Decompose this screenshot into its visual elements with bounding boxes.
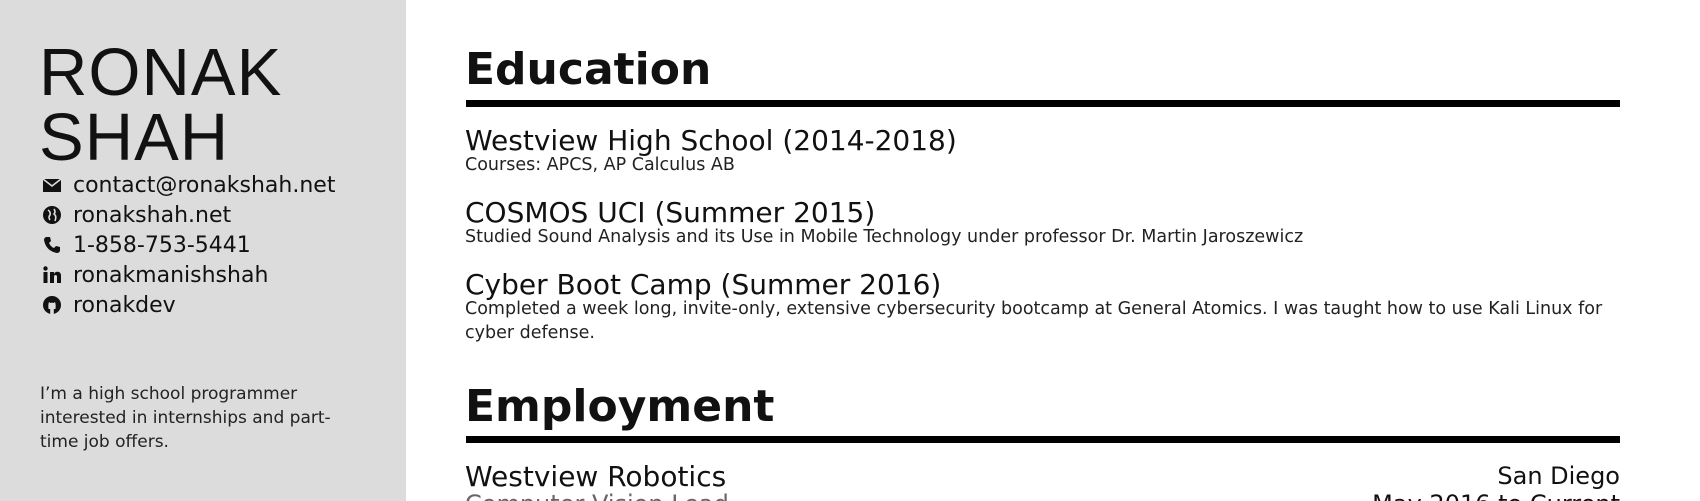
contact-phone-text: 1-858-753-5441 [73, 232, 251, 258]
job-dates: May 2016 to Current [1372, 490, 1620, 501]
section-title-employment: Employment [465, 381, 775, 432]
globe-icon [41, 204, 63, 226]
contact-website-text: ronakshah.net [73, 202, 232, 228]
education-entry-desc: Studied Sound Analysis and its Use in Mo… [465, 227, 1304, 247]
phone-icon [41, 234, 63, 256]
envelope-icon [41, 174, 63, 196]
contact-list: contact@ronakshah.net ronakshah.net 1-85… [41, 170, 335, 320]
sidebar: RONAK SHAH contact@ronakshah.net ronaksh… [0, 0, 406, 501]
section-title-education: Education [465, 44, 712, 95]
contact-email-text: contact@ronakshah.net [73, 172, 336, 198]
contact-github-text: ronakdev [73, 292, 176, 318]
person-name: RONAK SHAH [39, 35, 283, 175]
education-entry-desc: Completed a week long, invite-only, exte… [465, 299, 1603, 343]
job-company: Westview Robotics [465, 460, 727, 493]
linkedin-icon [41, 264, 63, 286]
job-role: Computer Vision Lead [465, 490, 729, 501]
contact-website[interactable]: ronakshah.net [41, 200, 335, 230]
contact-github[interactable]: ronakdev [41, 290, 335, 320]
github-icon [41, 294, 63, 316]
contact-phone[interactable]: 1-858-753-5441 [41, 230, 335, 260]
contact-email[interactable]: contact@ronakshah.net [41, 170, 335, 200]
contact-linkedin-text: ronakmanishshah [73, 262, 269, 288]
education-entry-desc: Courses: APCS, AP Calculus AB [465, 155, 735, 175]
job-location: San Diego [1497, 462, 1620, 490]
section-divider [466, 436, 1620, 443]
name-last: SHAH [39, 100, 230, 175]
name-first: RONAK [39, 35, 283, 110]
about-text: I’m a high school programmer interested … [40, 384, 331, 452]
resume-main: Education Westview High School (2014-201… [465, 0, 1620, 501]
contact-linkedin[interactable]: ronakmanishshah [41, 260, 335, 290]
section-divider [466, 100, 1620, 107]
